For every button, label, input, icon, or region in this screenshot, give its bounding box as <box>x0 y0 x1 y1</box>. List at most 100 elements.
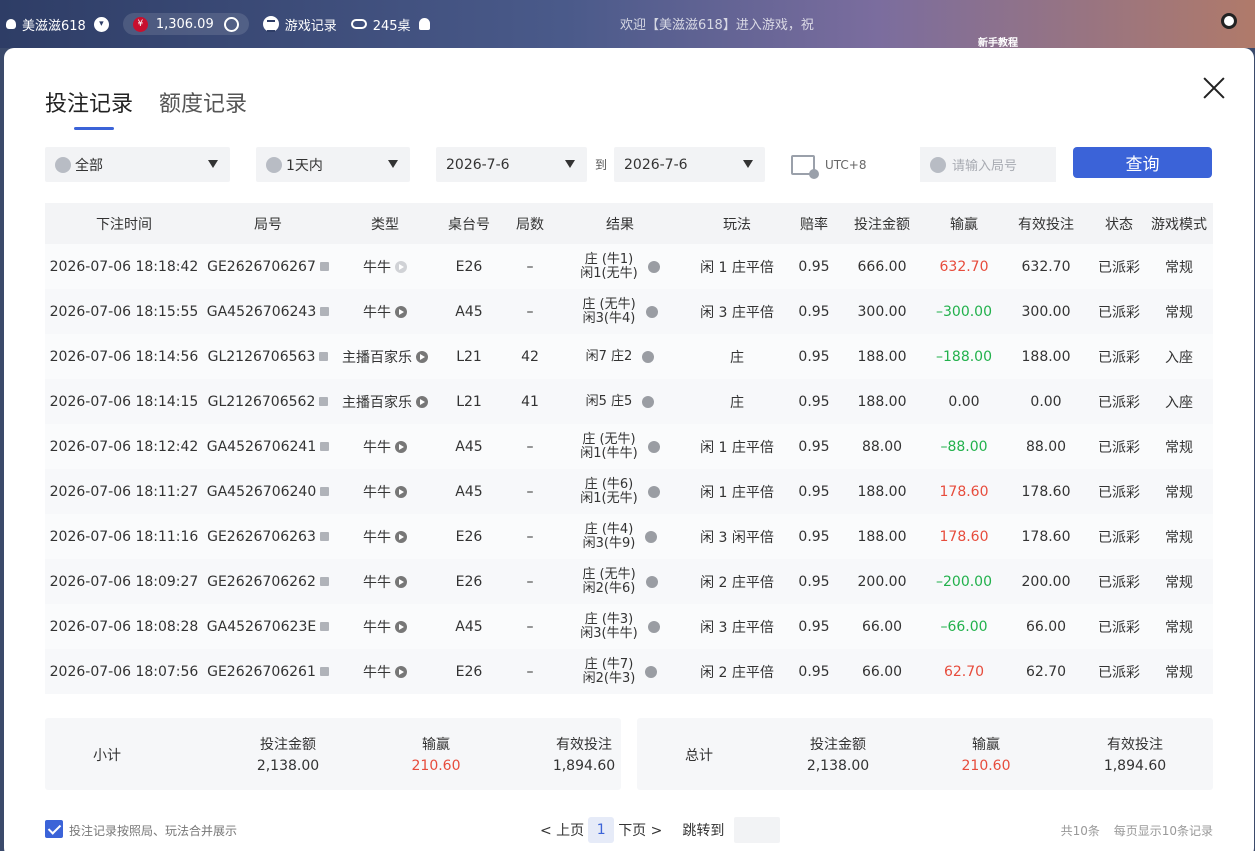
info-icon[interactable] <box>642 395 655 408</box>
game-mode: 入座 <box>1145 392 1213 412</box>
bet-amount-text: 88.00 <box>861 438 903 455</box>
odds-text: 0.95 <box>798 303 830 320</box>
play-replay-icon[interactable] <box>395 440 407 453</box>
query-button[interactable]: 查询 <box>1073 147 1212 178</box>
next-page-button[interactable]: 下页 > <box>618 820 662 840</box>
info-icon[interactable] <box>645 575 658 588</box>
subtotal-amount: 投注金额 2,138.00 <box>228 735 348 777</box>
game-mode-text: 常规 <box>1165 439 1193 456</box>
game-mode: 常规 <box>1145 257 1213 277</box>
win-loss-text: 178.60 <box>939 528 989 545</box>
play-replay-icon[interactable] <box>395 620 407 633</box>
game-type: 牛牛 <box>333 257 437 277</box>
shoe-count-text: – <box>526 528 534 545</box>
play-replay-icon[interactable] <box>416 350 428 363</box>
play-replay-icon[interactable] <box>416 395 428 408</box>
result: 庄 (牛7) 闲2(牛3) <box>559 657 681 686</box>
jump-label: 跳转到 <box>682 823 725 839</box>
status-text: 已派彩 <box>1098 619 1140 636</box>
copy-icon[interactable] <box>319 262 329 271</box>
user-info[interactable]: 美滋滋618 ▾ <box>6 13 109 35</box>
chevron-down-icon[interactable]: ▾ <box>93 16 109 32</box>
game-icon <box>55 156 71 173</box>
win-loss-text: –300.00 <box>936 303 992 320</box>
tab-credit-records[interactable]: 额度记录 <box>159 86 247 126</box>
bet-type: 闲 3 庄平倍 <box>681 302 793 322</box>
round-number-input[interactable]: 请输入局号 <box>920 147 1056 182</box>
calendar-clock-icon[interactable] <box>791 155 819 179</box>
bet-amount: 88.00 <box>835 439 929 455</box>
result: 闲7 庄2 <box>559 349 681 364</box>
table-number-text: E26 <box>455 573 483 590</box>
info-icon[interactable] <box>647 440 660 453</box>
result-text: 庄 (牛1) 闲1(无牛) <box>580 252 637 281</box>
result: 庄 (牛4) 闲3(牛9) <box>559 522 681 551</box>
jump-page-input[interactable] <box>734 817 781 843</box>
info-icon[interactable] <box>645 665 658 678</box>
total-win: 输赢 210.60 <box>926 735 1046 777</box>
date-to-select[interactable]: 2026-7-6 <box>614 147 765 182</box>
refresh-icon[interactable] <box>223 16 239 32</box>
table-number: E26 <box>437 529 501 545</box>
shoe-count-text: – <box>526 438 534 455</box>
copy-icon[interactable] <box>320 487 330 496</box>
bet-type: 闲 3 闲平倍 <box>681 527 793 547</box>
copy-icon[interactable] <box>320 307 330 316</box>
bet-time: 2026-07-06 18:11:16 <box>45 529 203 545</box>
odds-text: 0.95 <box>798 393 830 410</box>
table-row: 2026-07-06 18:11:27 GA4526706240 牛牛 A45 – 庄 (… <box>45 469 1213 514</box>
status-text: 已派彩 <box>1098 349 1140 366</box>
info-icon[interactable] <box>647 260 660 273</box>
table-header: 下注时间 局号 类型 桌台号 局数 结果 玩法 赔率 投注金额 输赢 有效投注 状态 游戏模式 <box>45 203 1213 244</box>
bell-icon[interactable] <box>418 18 430 30</box>
close-icon[interactable] <box>1202 76 1226 100</box>
play-replay-icon[interactable] <box>395 485 407 498</box>
column-header: 输赢 <box>950 216 978 233</box>
win-loss-text: 0.00 <box>948 393 980 410</box>
result-line: 闲1(无牛) <box>580 490 638 506</box>
info-icon[interactable] <box>647 485 660 498</box>
valid-bet-text: 66.00 <box>1025 618 1067 635</box>
valid-bet: 200.00 <box>999 574 1093 590</box>
info-icon[interactable] <box>645 530 658 543</box>
date-from-select[interactable]: 2026-7-6 <box>436 147 587 182</box>
copy-icon[interactable] <box>319 352 329 361</box>
tutorial-link[interactable]: 新手教程 <box>978 34 1018 49</box>
tab-bet-records[interactable]: 投注记录 <box>45 86 133 130</box>
table-count[interactable]: 245桌 <box>350 13 430 35</box>
copy-icon[interactable] <box>320 622 330 631</box>
round-icon <box>930 156 946 173</box>
status-text: 已派彩 <box>1098 439 1140 456</box>
play-replay-icon[interactable] <box>395 665 407 678</box>
copy-icon[interactable] <box>319 397 329 406</box>
copy-icon[interactable] <box>320 442 330 451</box>
play-replay-icon[interactable] <box>395 260 407 273</box>
game-mode: 常规 <box>1145 617 1213 637</box>
merge-checkbox[interactable] <box>45 820 63 838</box>
bet-amount: 188.00 <box>835 349 929 365</box>
play-replay-icon[interactable] <box>395 305 407 318</box>
info-icon[interactable] <box>647 620 660 633</box>
search-icon[interactable] <box>1221 13 1237 29</box>
bet-type-text: 闲 3 庄平倍 <box>700 304 774 321</box>
info-icon[interactable] <box>645 305 658 318</box>
subtotal-valid-label: 有效投注 <box>556 737 612 753</box>
column-header: 有效投注 <box>1018 216 1074 233</box>
copy-icon[interactable] <box>319 667 329 676</box>
copy-icon[interactable] <box>319 577 329 586</box>
table-body: 2026-07-06 18:18:42 GE2626706267 牛牛 E26 – 庄 (… <box>45 244 1213 694</box>
page-number-current[interactable]: 1 <box>588 817 615 843</box>
prev-page-button[interactable]: < 上页 <box>540 820 584 840</box>
bet-amount-text: 200.00 <box>857 573 907 590</box>
table-icon <box>350 19 367 29</box>
time-range-select[interactable]: 1天内 <box>256 147 410 182</box>
play-replay-icon[interactable] <box>395 575 407 588</box>
game-records-link[interactable]: 游戏记录 <box>262 13 337 35</box>
info-icon[interactable] <box>642 350 655 363</box>
status: 已派彩 <box>1093 662 1145 682</box>
game-type: 牛牛 <box>333 527 437 547</box>
play-replay-icon[interactable] <box>395 530 407 543</box>
game-type-select[interactable]: 全部 <box>45 147 230 182</box>
result-text: 庄 (牛7) 闲2(牛3) <box>583 657 636 686</box>
copy-icon[interactable] <box>319 532 329 541</box>
